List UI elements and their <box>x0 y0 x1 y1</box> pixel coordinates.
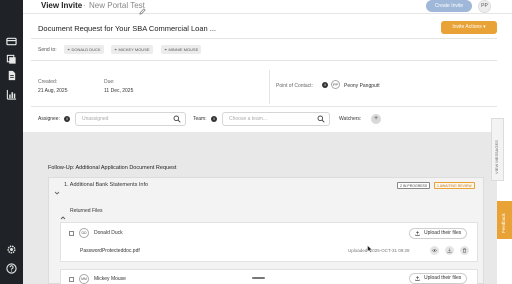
link-icon: ⚭ <box>114 47 118 52</box>
divider <box>31 106 497 107</box>
divider <box>31 38 497 39</box>
team-field[interactable]: Choose a team... <box>222 112 330 126</box>
upload-icon <box>415 276 420 281</box>
point-of-contact-label: Point of Contact: <box>276 83 313 89</box>
trash-icon[interactable] <box>460 246 469 255</box>
document-title: Document Request for Your SBA Commercial… <box>38 24 217 33</box>
chevron-up-icon[interactable] <box>60 208 66 220</box>
invite-name: New Portal Test <box>89 1 145 10</box>
link-icon: ⚭ <box>164 47 168 52</box>
upload-files-button[interactable]: Upload their files <box>409 228 468 239</box>
followup-title: Follow-Up: Additional Application Docume… <box>48 165 177 171</box>
scroll-indicator[interactable] <box>252 277 265 279</box>
assignee-field[interactable]: Unassigned <box>75 112 186 126</box>
section-title[interactable]: 1. Additional Bank Statements Info <box>64 182 148 188</box>
search-icon <box>317 115 325 123</box>
info-icon[interactable]: i <box>64 116 70 122</box>
due-label: Due: <box>104 79 115 85</box>
recipient-name: Donald Duck <box>94 230 123 236</box>
document-icon[interactable] <box>6 70 17 81</box>
page-title: View Invite <box>41 1 83 10</box>
avatar: DD <box>79 228 89 238</box>
created-date: 21 Aug, 2025 <box>38 88 68 94</box>
bar-chart-icon[interactable] <box>6 89 17 100</box>
file-name[interactable]: PasswordProtecteddoc.pdf <box>80 248 140 254</box>
row-checkbox[interactable] <box>69 231 74 236</box>
send-to-label: Send to: <box>38 47 57 53</box>
awaiting-review-badge: 1 AWAITING REVIEW <box>434 182 475 189</box>
layers-icon[interactable] <box>6 54 17 65</box>
poc-name: Peony Pangputt <box>344 83 380 89</box>
upload-timestamp: Uploaded: 2025-OCT-31 09:28 <box>348 248 410 253</box>
info-icon[interactable]: i <box>322 82 328 88</box>
add-watcher-button[interactable]: + <box>371 114 381 124</box>
help-icon[interactable] <box>6 263 17 274</box>
watchers-label: Watchers: <box>339 116 362 122</box>
title-separator: · <box>83 1 86 10</box>
returned-files-label[interactable]: Returned Files <box>70 208 103 214</box>
search-icon <box>173 115 181 123</box>
recipient-chip[interactable]: ⚭ MINNIE MOUSE <box>161 45 202 54</box>
team-label: Team: <box>193 116 207 122</box>
in-progress-badge: 2 IN PROGRESS <box>397 182 431 189</box>
link-icon: ⚭ <box>67 47 71 52</box>
feedback-tab[interactable]: Feedback <box>497 201 512 239</box>
recipient-chip[interactable]: ⚭ DONALD DUCK <box>64 45 104 54</box>
upload-files-button[interactable]: Upload their files <box>409 273 468 284</box>
user-avatar[interactable]: PP <box>478 0 491 13</box>
due-date: 11 Dec, 2025 <box>104 88 134 94</box>
create-invite-button[interactable]: Create Invite <box>426 0 472 12</box>
recipient-name: Mickey Mouse <box>94 276 126 282</box>
meta-divider <box>269 70 270 104</box>
poc-avatar: PP <box>331 80 340 89</box>
created-label: Created: <box>38 79 58 85</box>
upload-icon <box>415 231 420 236</box>
recipient-chip[interactable]: ⚭ MICKEY MOUSE <box>111 45 153 54</box>
row-checkbox[interactable] <box>69 277 74 282</box>
info-icon[interactable]: i <box>211 116 217 122</box>
mouse-cursor-icon <box>367 240 373 253</box>
chevron-down-icon[interactable] <box>54 183 60 195</box>
pencil-icon[interactable] <box>139 2 146 15</box>
eye-icon[interactable] <box>430 246 439 255</box>
assignee-label: Assignee: <box>38 116 60 122</box>
download-icon[interactable] <box>445 246 454 255</box>
settings-gear-icon[interactable] <box>6 244 17 255</box>
wallet-icon[interactable] <box>6 36 17 47</box>
view-messages-tab[interactable]: VIEW MESSAGES <box>491 118 504 181</box>
divider <box>31 60 497 61</box>
invite-actions-button[interactable]: Invite Actions ▾ <box>441 21 497 34</box>
avatar: MM <box>79 274 89 284</box>
sidebar <box>0 0 23 284</box>
top-bar: View Invite · New Portal Test Create Inv… <box>23 0 512 15</box>
